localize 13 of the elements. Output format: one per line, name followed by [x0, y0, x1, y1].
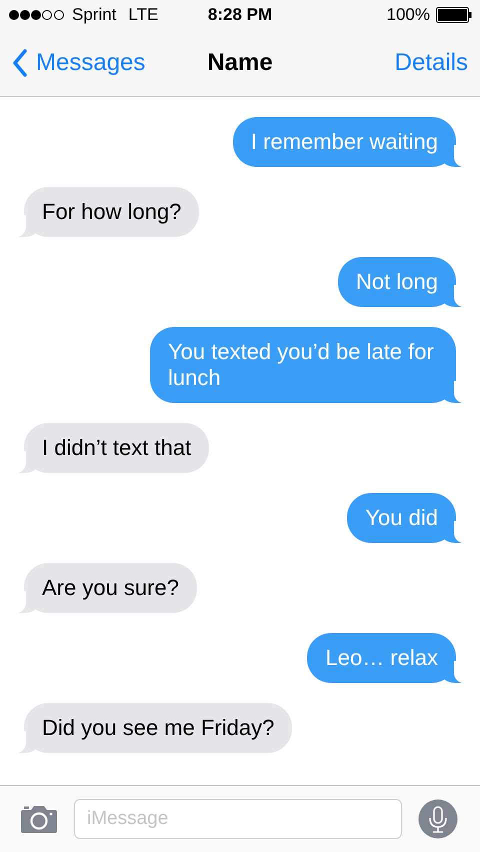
- back-button[interactable]: Messages: [12, 49, 146, 77]
- signal-icon: [8, 9, 66, 21]
- status-time: 8:28 PM: [208, 5, 272, 25]
- back-chevron-icon: [12, 49, 28, 77]
- message-input-field[interactable]: iMessage: [74, 799, 402, 839]
- details-button[interactable]: Details: [394, 49, 468, 77]
- battery-percent: 100%: [386, 5, 430, 25]
- network-type: LTE: [128, 5, 158, 25]
- battery-icon: [436, 7, 472, 23]
- contact-name: Name: [207, 49, 273, 77]
- camera-icon[interactable]: [20, 805, 58, 833]
- microphone-button-icon[interactable]: [418, 799, 458, 839]
- carrier-name: Sprint: [72, 5, 116, 25]
